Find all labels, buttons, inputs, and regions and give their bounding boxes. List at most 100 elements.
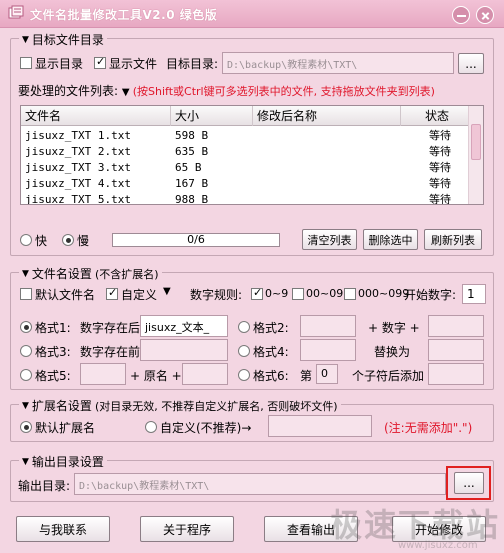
output-dir-field[interactable]: D:\backup\教程素材\TXT\	[74, 473, 446, 495]
collapse-arrow-icon[interactable]: ▼	[22, 269, 29, 279]
cell-status: 等待	[429, 177, 451, 190]
cell-filename: jisuxz_TXT 3.txt	[25, 161, 131, 174]
cell-size: 167 B	[175, 177, 209, 190]
cell-size: 635 B	[175, 145, 209, 158]
close-button[interactable]	[476, 6, 494, 24]
format2-suffix-input[interactable]	[428, 315, 484, 337]
col-header-filename[interactable]: 文件名	[21, 106, 171, 126]
file-list-hint: (按Shift或Ctrl键可多选列表中的文件, 支持拖放文件夹到列表)	[132, 85, 435, 98]
speed-slow-radio[interactable]	[62, 234, 74, 246]
collapse-arrow-icon[interactable]: ▼	[22, 401, 29, 411]
custom-ext-input[interactable]	[268, 415, 372, 437]
custom-dropdown-arrow-icon[interactable]: ▼	[163, 286, 171, 297]
show-dir-checkbox[interactable]	[20, 57, 32, 69]
col-header-size[interactable]: 大小	[171, 106, 253, 126]
speed-fast-radio[interactable]	[20, 234, 32, 246]
show-file-label: 显示文件	[109, 57, 158, 71]
format5-suffix-input[interactable]	[182, 363, 228, 385]
format6-add-input[interactable]	[428, 363, 484, 385]
table-row[interactable]: jisuxz_TXT 1.txt 598 B 等待	[21, 128, 483, 144]
default-ext-radio[interactable]	[20, 421, 32, 433]
collapse-arrow-icon[interactable]: ▼	[22, 457, 29, 467]
format1-text: 数字存在后:	[80, 321, 145, 335]
format3-radio[interactable]	[20, 345, 32, 357]
format6-suffix-text: 个子符后添加	[352, 369, 425, 383]
start-number-label: 开始数字:	[404, 288, 457, 302]
window-title: 文件名批量修改工具V2.0 绿色版	[30, 8, 218, 22]
format2-prefix-input[interactable]	[300, 315, 356, 337]
default-name-label: 默认文件名	[35, 288, 96, 302]
ext-note: (注:无需添加".")	[384, 421, 473, 435]
default-ext-label: 默认扩展名	[35, 421, 96, 435]
highlight-box	[446, 466, 491, 500]
extension-settings-legend: ▼ 扩展名设置 (对目录无效, 不推荐自定义扩展名, 否则破坏文件)	[19, 397, 341, 414]
format4-replace-input[interactable]	[428, 339, 484, 361]
filename-settings-legend: ▼ 文件名设置 (不含扩展名)	[19, 265, 162, 282]
cell-filename: jisuxz_TXT 2.txt	[25, 145, 131, 158]
rule-000-099-label: 000~099	[358, 287, 410, 300]
col-header-new-name[interactable]: 修改后名称	[253, 106, 401, 126]
cell-status: 等待	[429, 193, 451, 205]
format1-input[interactable]: jisuxz_文本_	[140, 315, 228, 337]
start-number-input[interactable]: 1	[462, 284, 486, 304]
target-dir-label: 目标目录:	[166, 57, 219, 71]
cell-new-name	[253, 144, 257, 160]
cell-size: 65 B	[175, 161, 202, 174]
rule-000-099-checkbox[interactable]	[344, 288, 356, 300]
format4-find-input[interactable]	[300, 339, 356, 361]
show-file-checkbox[interactable]	[94, 55, 106, 69]
format6-label: 格式6:	[253, 369, 289, 383]
rule-00-09-checkbox[interactable]	[292, 288, 304, 300]
file-list-scrollbar[interactable]	[468, 106, 483, 204]
format5-label: 格式5:	[35, 369, 71, 383]
rule-0-9-checkbox[interactable]	[251, 286, 263, 300]
cell-filename: jisuxz_TXT 5.txt	[25, 193, 131, 205]
cell-new-name	[253, 176, 257, 192]
custom-ext-radio[interactable]	[145, 421, 157, 433]
format4-radio[interactable]	[238, 345, 250, 357]
number-rule-label: 数字规则:	[190, 288, 243, 302]
speed-slow-label: 慢	[77, 234, 90, 248]
about-button[interactable]: 关于程序	[140, 516, 234, 542]
format4-label: 格式4:	[253, 345, 289, 359]
cell-new-name	[253, 160, 257, 176]
file-list[interactable]: 文件名 大小 修改后名称 状态 jisuxz_TXT 1.txt 598 B 等…	[20, 105, 484, 205]
file-list-header: 文件名 大小 修改后名称 状态	[21, 106, 483, 126]
refresh-list-button[interactable]: 刷新列表	[424, 229, 482, 250]
custom-name-checkbox[interactable]	[106, 286, 118, 300]
default-name-checkbox[interactable]	[20, 288, 32, 300]
target-dir-field[interactable]: D:\backup\教程素材\TXT\	[222, 52, 454, 74]
minimize-button[interactable]	[452, 6, 470, 24]
cell-status: 等待	[429, 129, 451, 142]
cell-status: 等待	[429, 161, 451, 174]
table-row[interactable]: jisuxz_TXT 5.txt 988 B 等待	[21, 192, 483, 205]
format1-radio[interactable]	[20, 321, 32, 333]
contact-button[interactable]: 与我联系	[16, 516, 110, 542]
output-dir-label: 输出目录:	[18, 479, 71, 493]
table-row[interactable]: jisuxz_TXT 3.txt 65 B 等待	[21, 160, 483, 176]
cell-size: 598 B	[175, 129, 209, 142]
table-row[interactable]: jisuxz_TXT 4.txt 167 B 等待	[21, 176, 483, 192]
collapse-arrow-icon[interactable]: ▼	[22, 35, 29, 45]
custom-ext-label: 自定义(不推荐)→	[160, 421, 252, 435]
rule-00-09-label: 00~09	[306, 287, 344, 300]
format2-label: 格式2:	[253, 321, 289, 335]
format5-prefix-input[interactable]	[80, 363, 126, 385]
file-list-label: 要处理的文件列表: ▼ (按Shift或Ctrl键可多选列表中的文件, 支持拖放…	[18, 84, 435, 98]
title-bar[interactable]: 文件名批量修改工具V2.0 绿色版	[0, 0, 504, 28]
scrollbar-thumb[interactable]	[471, 124, 481, 160]
custom-name-label: 自定义	[121, 288, 158, 302]
target-browse-button[interactable]: ...	[458, 53, 484, 74]
col-header-status[interactable]: 状态	[401, 106, 469, 126]
target-folder-legend: ▼ 目标文件目录	[19, 31, 107, 48]
speed-fast-label: 快	[35, 234, 48, 248]
output-dir-legend: ▼ 输出目录设置	[19, 453, 107, 470]
format5-radio[interactable]	[20, 369, 32, 381]
format6-radio[interactable]	[238, 369, 250, 381]
table-row[interactable]: jisuxz_TXT 2.txt 635 B 等待	[21, 144, 483, 160]
delete-selected-button[interactable]: 删除选中	[363, 229, 418, 250]
format2-radio[interactable]	[238, 321, 250, 333]
format6-position-input[interactable]: 0	[316, 364, 338, 384]
clear-list-button[interactable]: 清空列表	[302, 229, 357, 250]
format3-input[interactable]	[140, 339, 228, 361]
